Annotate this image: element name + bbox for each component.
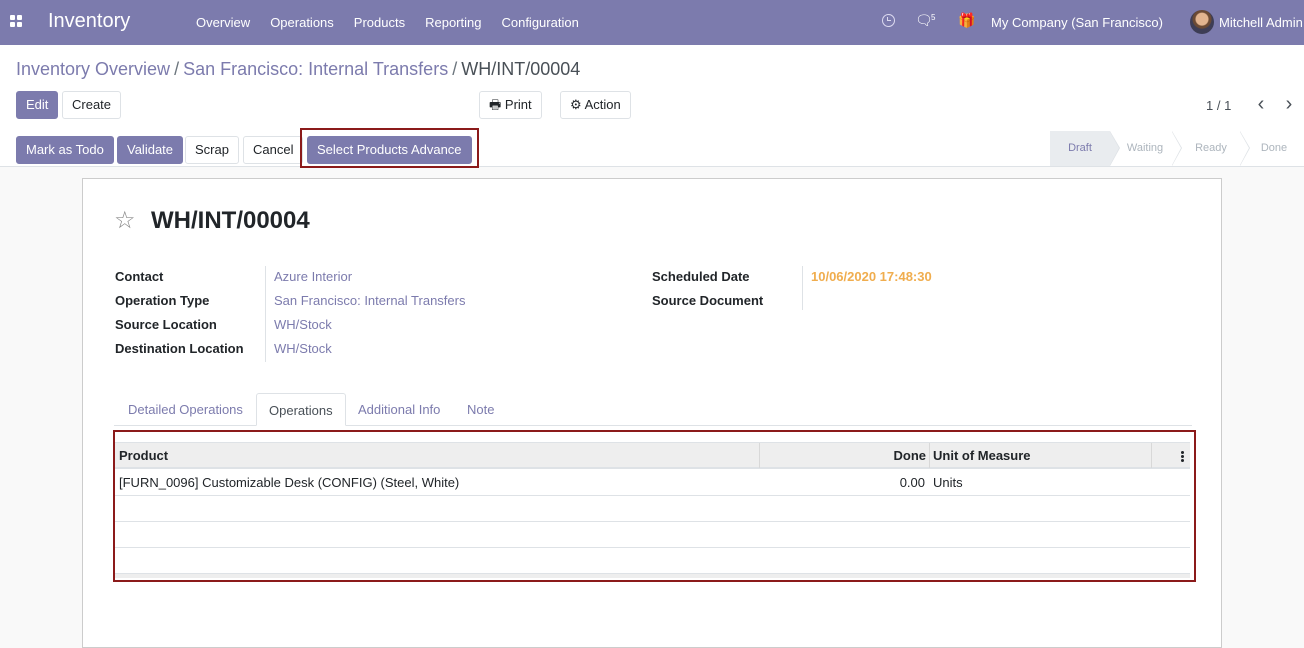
table-highlight-frame bbox=[113, 430, 1196, 582]
scheduled-date-value[interactable]: 10/06/2020 17:48:30 bbox=[811, 269, 932, 284]
gift-icon[interactable]: 🎁 bbox=[958, 12, 975, 29]
operation-type-label: Operation Type bbox=[115, 293, 210, 308]
breadcrumb-separator: / bbox=[452, 59, 458, 79]
breadcrumb-internal-transfers[interactable]: San Francisco: Internal Transfers bbox=[183, 59, 448, 79]
stage-arrow bbox=[1172, 132, 1181, 165]
validate-button[interactable]: Validate bbox=[117, 136, 184, 164]
pager-value[interactable]: 1 / 1 bbox=[1206, 98, 1231, 113]
chevron-right-icon[interactable]: › bbox=[1280, 94, 1298, 114]
print-icon: 🖶 bbox=[489, 97, 502, 112]
app-brand[interactable]: Inventory bbox=[48, 10, 130, 33]
source-location-value[interactable]: WH/Stock bbox=[274, 317, 332, 332]
action-button[interactable]: ⚙ Action bbox=[560, 91, 631, 119]
field-divider bbox=[265, 266, 266, 362]
edit-button[interactable]: Edit bbox=[16, 91, 58, 119]
field-divider bbox=[802, 266, 803, 310]
stage-arrow bbox=[1240, 132, 1249, 165]
breadcrumb-separator: / bbox=[174, 59, 180, 79]
menu-operations[interactable]: Operations bbox=[260, 0, 344, 45]
stage-waiting[interactable]: Waiting bbox=[1118, 131, 1172, 166]
avatar[interactable] bbox=[1190, 10, 1214, 34]
stage-done[interactable]: Done bbox=[1250, 131, 1298, 166]
breadcrumb-inventory-overview[interactable]: Inventory Overview bbox=[16, 59, 170, 79]
tab-detailed-operations[interactable]: Detailed Operations bbox=[116, 393, 255, 426]
print-button[interactable]: 🖶 Print bbox=[479, 91, 542, 119]
destination-location-value[interactable]: WH/Stock bbox=[274, 341, 332, 356]
apps-grid-icon[interactable] bbox=[10, 15, 22, 27]
stage-draft[interactable]: Draft bbox=[1050, 131, 1110, 166]
top-navbar: Inventory Overview Operations Products R… bbox=[0, 0, 1304, 45]
scheduled-date-label: Scheduled Date bbox=[652, 269, 750, 284]
statusbar: Mark as Todo Validate Scrap Cancel Selec… bbox=[0, 128, 1304, 168]
menu-configuration[interactable]: Configuration bbox=[491, 0, 588, 45]
user-menu[interactable]: Mitchell Admin bbox=[1219, 0, 1303, 45]
scrap-button[interactable]: Scrap bbox=[185, 136, 239, 164]
gear-icon: ⚙ bbox=[570, 97, 582, 112]
clock-icon[interactable] bbox=[882, 14, 895, 27]
breadcrumb: Inventory Overview / San Francisco: Intern… bbox=[16, 59, 580, 80]
chevron-left-icon[interactable]: ‹ bbox=[1252, 94, 1270, 114]
menu-products[interactable]: Products bbox=[344, 0, 415, 45]
action-label: Action bbox=[584, 97, 621, 112]
control-panel: Inventory Overview / San Francisco: Intern… bbox=[0, 45, 1304, 132]
menu-overview[interactable]: Overview bbox=[186, 0, 260, 45]
stage-ready[interactable]: Ready bbox=[1182, 131, 1240, 166]
cancel-button[interactable]: Cancel bbox=[243, 136, 304, 164]
star-icon[interactable]: ☆ bbox=[114, 208, 136, 234]
print-label: Print bbox=[504, 97, 532, 112]
destination-location-label: Destination Location bbox=[115, 341, 244, 356]
main-menu: Overview Operations Products Reporting C… bbox=[186, 0, 589, 45]
company-switcher[interactable]: My Company (San Francisco) bbox=[991, 0, 1163, 45]
tab-note[interactable]: Note bbox=[455, 393, 506, 426]
menu-reporting[interactable]: Reporting bbox=[415, 0, 491, 45]
tab-additional-info[interactable]: Additional Info bbox=[346, 393, 452, 426]
contact-value[interactable]: Azure Interior bbox=[274, 269, 352, 284]
contact-label: Contact bbox=[115, 269, 164, 284]
highlight-frame bbox=[300, 128, 479, 168]
create-button[interactable]: Create bbox=[62, 91, 122, 119]
source-location-label: Source Location bbox=[115, 317, 217, 332]
chat-count-badge: 5 bbox=[931, 13, 936, 22]
breadcrumb-current: WH/INT/00004 bbox=[461, 59, 581, 79]
tab-operations[interactable]: Operations bbox=[256, 393, 346, 426]
record-title: WH/INT/00004 bbox=[151, 207, 310, 234]
operation-type-value[interactable]: San Francisco: Internal Transfers bbox=[274, 293, 465, 308]
source-document-label: Source Document bbox=[652, 293, 764, 308]
mark-as-todo-button[interactable]: Mark as Todo bbox=[16, 136, 114, 164]
